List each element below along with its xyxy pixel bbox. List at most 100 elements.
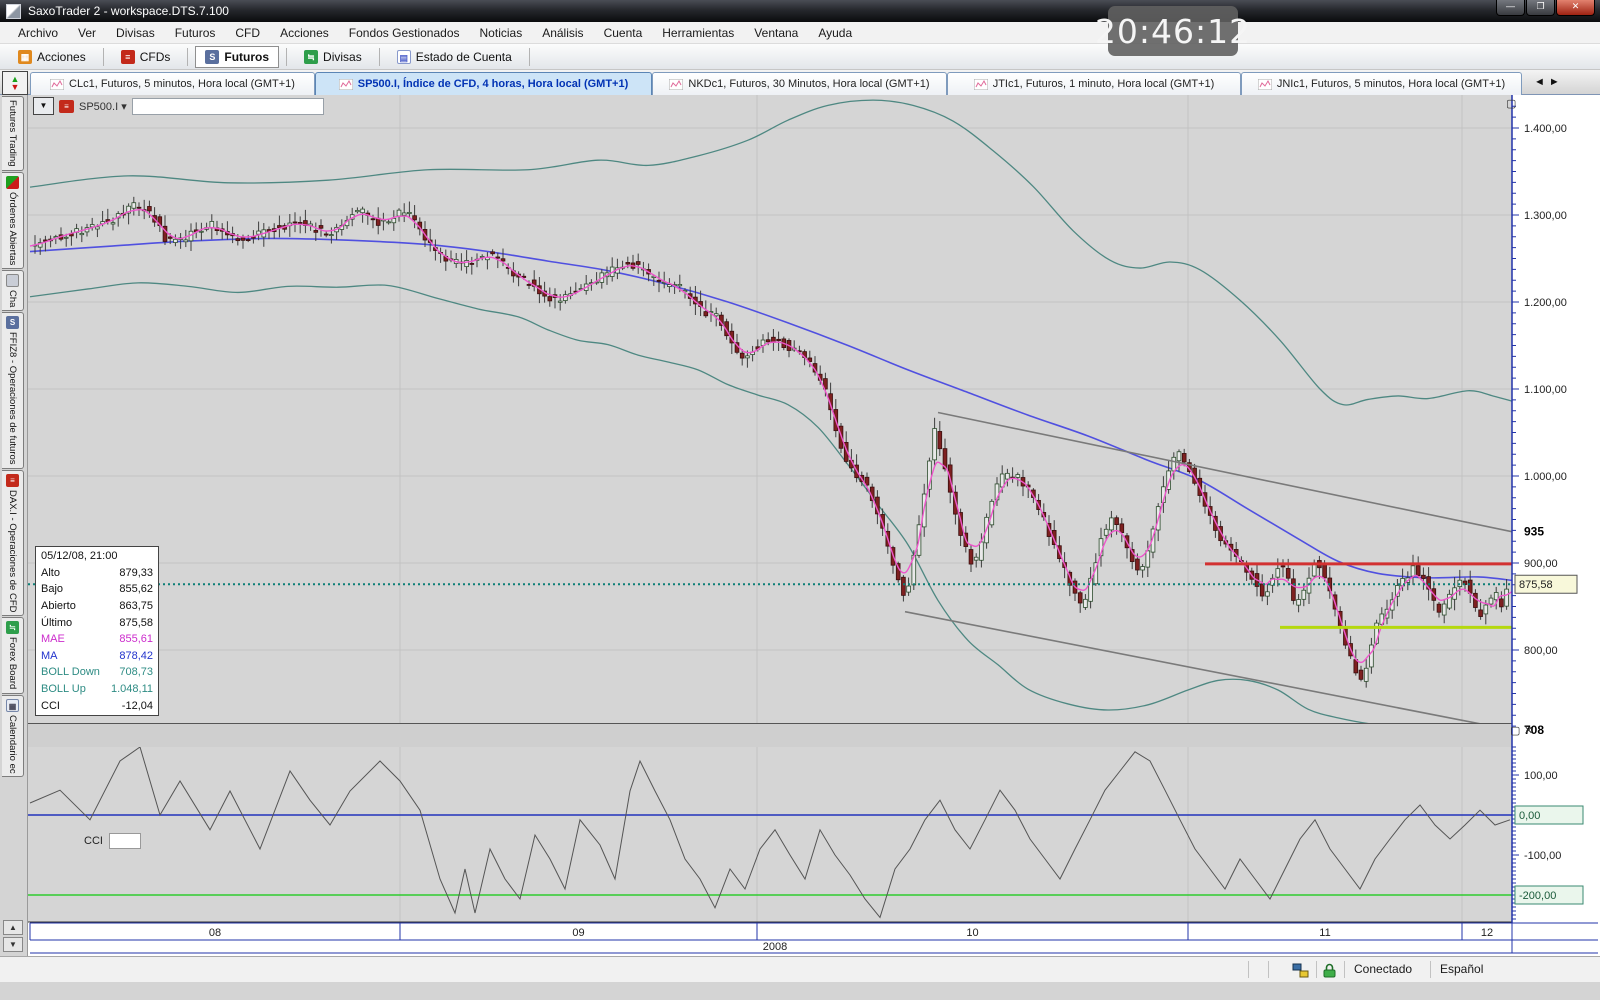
- chart-maximize-icon[interactable]: ▢: [1506, 99, 1516, 110]
- svg-text:11: 11: [1319, 927, 1330, 939]
- svg-text:12: 12: [1481, 927, 1493, 939]
- menu-futuros[interactable]: Futuros: [165, 24, 226, 42]
- menu-herramientas[interactable]: Herramientas: [652, 24, 744, 42]
- sidebar-item-dax-cfd[interactable]: ≡ DAX.I - Operaciones de CFD: [2, 470, 24, 617]
- toolbar-estado-button[interactable]: ▤ Estado de Cuenta: [387, 46, 522, 68]
- svg-text:1.100,00: 1.100,00: [1524, 384, 1567, 396]
- chart-thumbnail-icon: [50, 79, 64, 90]
- calendar-icon: ▦: [6, 699, 19, 712]
- svg-text:900,00: 900,00: [1524, 558, 1558, 570]
- cfd-icon: ≡: [121, 50, 135, 64]
- price-updown-icon[interactable]: ▲▼: [2, 71, 28, 95]
- chart-thumbnail-icon: [974, 79, 988, 90]
- toolbar-separator: [286, 48, 287, 66]
- menu-ventana[interactable]: Ventana: [744, 24, 808, 42]
- toolbar-separator: [379, 48, 380, 66]
- menu-acciones[interactable]: Acciones: [270, 24, 339, 42]
- menu-divisas[interactable]: Divisas: [106, 24, 165, 42]
- svg-text:875,58: 875,58: [1519, 579, 1553, 591]
- svg-text:1.200,00: 1.200,00: [1524, 297, 1567, 309]
- sidebar-item-ffiz8-futuros[interactable]: S FFIZ8 - Operaciones de futuros: [2, 312, 24, 469]
- svg-text:08: 08: [209, 927, 221, 939]
- cci-panel-label: CCI: [84, 835, 103, 847]
- futures-trade-icon: S: [6, 316, 19, 329]
- chart-thumbnail-icon: [669, 79, 683, 90]
- forex-icon: ≒: [304, 50, 318, 64]
- menu-fondos[interactable]: Fondos Gestionados: [339, 24, 470, 42]
- chart-thumbnail-icon: [339, 79, 353, 90]
- ohlc-tooltip: 05/12/08, 21:00 Alto879,33 Bajo855,62 Ab…: [35, 546, 159, 716]
- svg-text:1.400,00: 1.400,00: [1524, 123, 1567, 135]
- instrument-selector: ▼ ≡ SP500.I ▾: [33, 97, 324, 115]
- svg-text:09: 09: [572, 927, 584, 939]
- toolbar-acciones-button[interactable]: ▦ Acciones: [8, 46, 96, 68]
- cci-close-icon[interactable]: ✕: [1524, 726, 1533, 737]
- title-bar: SaxoTrader 2 - workspace.DTS.7.100 — ❐ ✕: [0, 0, 1600, 22]
- chart-search-input[interactable]: [132, 98, 324, 115]
- menu-analisis[interactable]: Análisis: [532, 24, 593, 42]
- tab-nkdc1[interactable]: NKDc1, Futuros, 30 Minutos, Hora local (…: [652, 72, 947, 95]
- svg-text:0,00: 0,00: [1519, 810, 1540, 822]
- menu-bar: Archivo Ver Divisas Futuros CFD Acciones…: [0, 22, 1600, 44]
- toolbar-separator: [103, 48, 104, 66]
- close-button[interactable]: ✕: [1556, 0, 1595, 16]
- chart-dropdown-button[interactable]: ▼: [33, 97, 54, 115]
- clock-overlay: 20:46:12: [1108, 6, 1238, 56]
- forex-board-icon: ≒: [6, 621, 19, 634]
- svg-text:-200,00: -200,00: [1519, 890, 1556, 902]
- sidebar-item-forex-board[interactable]: ≒ Forex Board: [2, 617, 24, 693]
- language-label: Español: [1440, 962, 1483, 976]
- tab-scroll-right-icon[interactable]: ►: [1549, 76, 1564, 88]
- cfd-trade-icon: ≡: [6, 474, 19, 487]
- menu-archivo[interactable]: Archivo: [8, 24, 68, 42]
- toolbar-separator: [187, 48, 188, 66]
- menu-noticias[interactable]: Noticias: [470, 24, 533, 42]
- status-bar: Conectado Español: [0, 956, 1600, 982]
- cci-parameter-input[interactable]: [109, 833, 141, 849]
- network-status-icon: [1292, 963, 1309, 981]
- sidebar-item-calendario[interactable]: ▦ Calendario ec: [2, 695, 24, 778]
- connection-status-label: Conectado: [1354, 962, 1412, 976]
- secure-lock-icon: [1322, 963, 1337, 981]
- menu-ver[interactable]: Ver: [68, 24, 106, 42]
- svg-text:1.300,00: 1.300,00: [1524, 210, 1567, 222]
- sidebar-scroll-up-button[interactable]: ▲: [3, 920, 23, 935]
- toolbar-futuros-button[interactable]: S Futuros: [195, 46, 279, 68]
- svg-text:935: 935: [1524, 525, 1544, 539]
- svg-text:2008: 2008: [763, 941, 787, 953]
- menu-cfd[interactable]: CFD: [225, 24, 270, 42]
- tab-scroll-left-icon[interactable]: ◄: [1534, 76, 1549, 88]
- module-sidebar: Futures Trading Órdenes Abiertas Cha S F…: [0, 95, 28, 956]
- stocks-icon: ▦: [18, 50, 32, 64]
- toolbar-separator: [529, 48, 530, 66]
- window-title: SaxoTrader 2 - workspace.DTS.7.100: [28, 4, 229, 18]
- sidebar-item-ordenes-abiertas[interactable]: Órdenes Abiertas: [2, 172, 24, 269]
- module-toolbar: ▦ Acciones ≡ CFDs S Futuros ≒ Divisas ▤ …: [0, 44, 1600, 70]
- tab-jtic1[interactable]: JTIc1, Futuros, 1 minuto, Hora local (GM…: [947, 72, 1241, 95]
- menu-cuenta[interactable]: Cuenta: [594, 24, 653, 42]
- svg-text:100,00: 100,00: [1524, 770, 1558, 782]
- chart-thumbnail-icon: [1258, 79, 1272, 90]
- sidebar-more-button[interactable]: ▼: [3, 937, 23, 952]
- svg-text:800,00: 800,00: [1524, 645, 1558, 657]
- sidebar-item-chart[interactable]: Cha: [2, 270, 24, 311]
- instrument-symbol[interactable]: SP500.I ▾: [79, 100, 127, 113]
- restore-button[interactable]: ❐: [1526, 0, 1555, 16]
- svg-text:10: 10: [966, 927, 978, 939]
- chart-icon: [6, 274, 19, 287]
- tab-clc1[interactable]: CLc1, Futuros, 5 minutos, Hora local (GM…: [30, 72, 315, 95]
- chart-tab-row: ▲▼ CLc1, Futuros, 5 minutos, Hora local …: [0, 70, 1600, 95]
- account-statement-icon: ▤: [397, 50, 411, 64]
- minimize-button[interactable]: —: [1496, 0, 1525, 16]
- futures-icon: S: [205, 50, 219, 64]
- toolbar-divisas-button[interactable]: ≒ Divisas: [294, 46, 372, 68]
- orders-icon: [6, 176, 19, 189]
- cci-restore-icon[interactable]: ▢: [1510, 726, 1520, 737]
- sidebar-item-futures-trading[interactable]: Futures Trading: [2, 96, 24, 171]
- menu-ayuda[interactable]: Ayuda: [808, 24, 862, 42]
- tab-sp500-active[interactable]: SP500.I, Índice de CFD, 4 horas, Hora lo…: [315, 72, 652, 95]
- price-chart-canvas[interactable]: 1.400,001.300,001.200,001.100,001.000,00…: [28, 95, 1600, 956]
- tab-jnic1[interactable]: JNIc1, Futuros, 5 minutos, Hora local (G…: [1241, 72, 1522, 95]
- instrument-cfd-icon: ≡: [59, 100, 74, 113]
- toolbar-cfds-button[interactable]: ≡ CFDs: [111, 46, 181, 68]
